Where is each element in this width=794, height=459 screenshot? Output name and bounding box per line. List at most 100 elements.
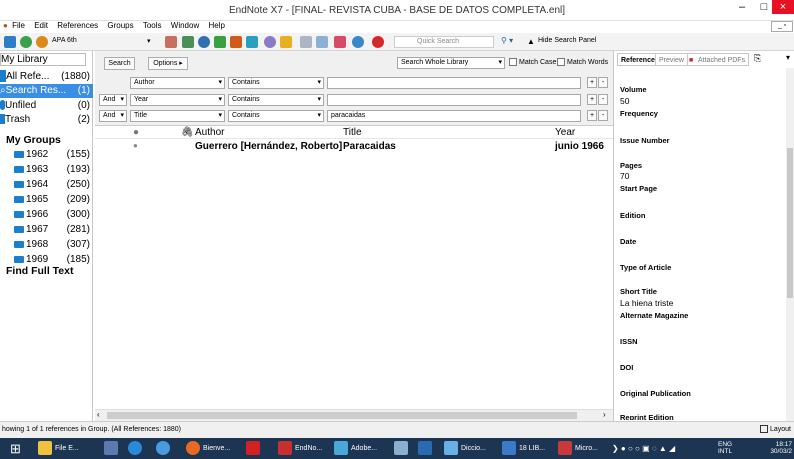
group-1964[interactable]: 1964 (250) [0,178,93,192]
remove-row-button[interactable]: - [598,94,608,105]
group-1963[interactable]: 1963 (193) [0,163,93,177]
column-header-author[interactable]: Author [195,127,224,138]
column-header-title[interactable]: Title [343,127,362,138]
tab-attached-pdfs[interactable]: ■ Attached PDFs [687,53,750,66]
clock[interactable]: 18:17 30/03/2 [754,441,792,456]
format-icon[interactable] [182,36,194,48]
search-term-input-2[interactable] [327,94,581,106]
taskbar-acrobat-icon[interactable] [246,438,263,459]
group-1965[interactable]: 1965 (209) [0,193,93,207]
edit-reference-icon[interactable] [316,36,328,48]
folder-icon[interactable] [280,36,292,48]
help-icon[interactable] [372,36,384,48]
search-operator-select-1[interactable]: Contains ▾ [228,77,324,89]
hide-search-panel-button[interactable]: Hide Search Panel [538,37,596,44]
search-button[interactable]: Search [104,57,135,70]
bool-select-2[interactable]: And ▾ [99,94,127,106]
menu-help[interactable]: Help [208,21,224,30]
menu-groups[interactable]: Groups [107,21,133,30]
match-words-checkbox[interactable]: Match Words [557,58,608,66]
group-1967[interactable]: 1967 (281) [0,223,93,237]
my-library-label[interactable]: My Library [0,53,86,66]
open-link-icon[interactable] [334,36,346,48]
tab-preview[interactable]: Preview [655,53,688,66]
scroll-thumb[interactable] [107,412,577,419]
windows-start-icon[interactable]: ⊞ [10,438,30,459]
field-value-short-title[interactable]: La hiena triste [620,298,673,308]
find-fulltext-icon[interactable] [230,36,242,48]
taskbar-chrome-icon[interactable] [156,438,173,459]
search-term-input-1[interactable] [327,77,581,89]
remove-row-button[interactable]: - [598,110,608,121]
column-header-year[interactable]: Year [555,127,575,138]
scroll-thumb[interactable] [787,148,793,298]
scroll-left-icon[interactable]: ‹ [97,410,100,419]
search-operator-select-2[interactable]: Contains ▾ [228,94,324,106]
sidebar-item-search-results[interactable]: ⌕Search Res... (1) [0,84,93,98]
add-row-button[interactable]: + [587,77,597,88]
search-scope-select[interactable]: Search Whole Library ▾ [397,57,505,69]
field-value-volume[interactable]: 50 [620,96,629,106]
new-reference-icon[interactable] [300,36,312,48]
add-row-button[interactable]: + [587,110,597,121]
panel-menu-icon[interactable]: ▾ [786,53,790,62]
menu-references[interactable]: References [57,21,98,30]
menu-tools[interactable]: Tools [143,21,162,30]
table-row[interactable]: ● Guerrero [Hernández, Roberto] Paracaid… [95,140,613,153]
mdi-restore-button[interactable]: _ ▫ [771,21,793,32]
group-1962[interactable]: 1962 (155) [0,148,93,162]
remove-row-button[interactable]: - [598,77,608,88]
search-operator-select-3[interactable]: Contains ▾ [228,110,324,122]
tab-reference[interactable]: Reference [617,53,659,66]
hide-panel-icon[interactable]: ▲ [527,37,535,46]
taskbar-item-diccionario[interactable]: Diccio... [444,438,486,459]
scroll-right-icon[interactable]: › [603,410,606,419]
taskbar-media-icon[interactable] [104,438,121,459]
taskbar-item-firefox[interactable]: Bienve... [186,438,230,459]
system-tray-icons[interactable]: ❯ ● ○ ○ ▣ ◌ ▲ ◢ [612,438,675,459]
share-icon[interactable] [246,36,258,48]
taskbar-item-endnote[interactable]: EndNo... [278,438,322,459]
group-1966[interactable]: 1966 (300) [0,208,93,222]
options-button[interactable]: Options ▸ [148,57,188,70]
taskbar-item-micro[interactable]: Micro... [558,438,598,459]
horizontal-scrollbar[interactable]: ‹ › [95,409,613,421]
paperclip-icon[interactable]: ⎘ [754,53,761,64]
library-icon[interactable] [4,36,16,48]
menu-file[interactable]: File [12,21,25,30]
close-button[interactable]: × [772,0,794,14]
search-field-select-2[interactable]: Year ▾ [130,94,225,106]
taskbar-item-adobe[interactable]: Adobe... [334,438,377,459]
attachment-icon[interactable]: 🖇 [181,127,194,138]
my-groups-heading[interactable]: My Groups [0,133,93,147]
find-full-text-heading[interactable]: Find Full Text [0,264,93,278]
vertical-scrollbar[interactable] [786,68,794,421]
taskbar-app-icon[interactable] [394,438,411,459]
taskbar-item-18lib[interactable]: 18 LIB... [502,438,545,459]
menu-edit[interactable]: Edit [34,21,48,30]
style-dropdown-icon[interactable]: ▾ [147,37,151,45]
field-value-pages[interactable]: 70 [620,171,629,181]
search-field-select-3[interactable]: Title ▾ [130,110,225,122]
integrated-icon[interactable] [36,36,48,48]
insert-citation-icon[interactable] [165,36,177,48]
connect-icon[interactable] [214,36,226,48]
bool-select-3[interactable]: And ▾ [99,110,127,122]
sidebar-item-all-references[interactable]: All Refe... (1880) [0,70,93,84]
quick-search-input[interactable]: Quick Search [394,36,494,48]
online-icon[interactable] [20,36,32,48]
sidebar-item-trash[interactable]: Trash (2) [0,113,93,127]
sync-icon[interactable] [352,36,364,48]
group-1968[interactable]: 1968 (307) [0,238,93,252]
minimize-button[interactable]: – [731,0,753,14]
match-case-checkbox[interactable]: Match Case [509,58,556,66]
search-term-input-3[interactable]: paracaidas [327,110,581,122]
taskbar-player-icon[interactable] [418,438,435,459]
language-indicator[interactable]: ENG INTL [718,441,732,456]
quick-search-icon[interactable]: ⚲ ▾ [501,36,513,45]
search-field-select-1[interactable]: Author ▾ [130,77,225,89]
layout-button[interactable]: Layout [760,425,791,433]
online-search-icon[interactable] [264,36,276,48]
taskbar-ie-icon[interactable] [128,438,145,459]
taskbar-item-file-explorer[interactable]: File E... [38,438,79,459]
